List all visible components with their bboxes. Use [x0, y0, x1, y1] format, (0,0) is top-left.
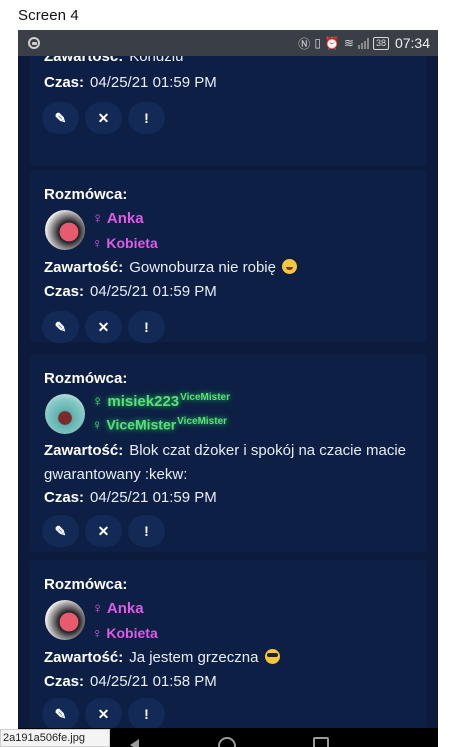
cool-emoji-icon [264, 649, 280, 664]
edit-button[interactable]: ✎ [42, 515, 79, 547]
report-button[interactable]: ! [128, 698, 165, 728]
avatar[interactable] [45, 600, 85, 640]
time-label: Czas: [44, 489, 85, 506]
message-card: Rozmówca: ♀ misiek223ViceMister ♀ ViceMi… [30, 354, 426, 552]
user-name[interactable]: ♀ Anka [92, 600, 144, 617]
user-name[interactable]: ♀ Anka [92, 210, 144, 227]
user-role: ♀ Kobieta [92, 625, 158, 641]
interlocutor-label: Rozmówca: [44, 370, 128, 387]
message-content: Kondziu [129, 56, 184, 65]
filename-tab: 2a191a506fe.jpg [0, 729, 110, 747]
message-card: Rozmówca: ♀ Anka ♀ Kobieta Zawartość: Ja … [30, 560, 426, 728]
message-time: 04/25/21 01:59 PM [90, 74, 217, 91]
user-role: ♀ ViceMisterViceMister [92, 416, 228, 433]
message-card: Rozmówca: ♀ Anka ♀ Kobieta Zawartość: Gow… [30, 170, 426, 343]
close-icon: ✕ [97, 318, 110, 335]
messenger-icon [28, 37, 40, 49]
alarm-icon: ⏰ [324, 36, 340, 50]
exclamation-icon: ! [144, 110, 149, 126]
interlocutor-label: Rozmówca: [44, 576, 128, 593]
battery-icon: 38 [372, 36, 389, 50]
pencil-icon: ✎ [54, 705, 67, 722]
content-label: Zawartość: [44, 649, 124, 666]
close-icon: ✕ [97, 522, 110, 539]
user-role: ♀ Kobieta [92, 235, 158, 251]
delete-button[interactable]: ✕ [85, 698, 122, 728]
home-icon[interactable] [218, 737, 236, 747]
message-card: Zawartość: Kondziu Czas: 04/25/21 01:59 PM… [30, 56, 426, 166]
recent-apps-icon[interactable] [313, 737, 329, 747]
clock: 07:34 [394, 35, 430, 51]
message-content: Gownoburza nie robię [129, 259, 276, 276]
report-button[interactable]: ! [128, 102, 165, 134]
exclamation-icon: ! [144, 319, 149, 335]
delete-button[interactable]: ✕ [85, 515, 122, 547]
message-time: 04/25/21 01:59 PM [90, 283, 217, 300]
content-label: Zawartość: [44, 56, 124, 65]
close-icon: ✕ [97, 705, 110, 722]
avatar[interactable] [45, 394, 85, 434]
edit-button[interactable]: ✎ [42, 698, 79, 728]
user-name[interactable]: ♀ misiek223ViceMister [92, 392, 230, 410]
content-label: Zawartość: [44, 259, 124, 276]
time-label: Czas: [44, 283, 85, 300]
interlocutor-label: Rozmówca: [44, 186, 128, 203]
delete-button[interactable]: ✕ [85, 311, 122, 343]
role-badge: ViceMister [177, 416, 228, 427]
signal-icon [357, 37, 369, 49]
laughing-emoji-icon [282, 259, 298, 274]
exclamation-icon: ! [144, 706, 149, 722]
wifi-icon: ≋ [343, 36, 354, 50]
report-button[interactable]: ! [128, 515, 165, 547]
report-button[interactable]: ! [128, 311, 165, 343]
nfc-icon: Ⓝ [298, 36, 311, 51]
phone-frame: Ⓝ ▯ ⏰ ≋ 38 07:34 Zawartość: Kondziu Czas:… [18, 30, 438, 747]
time-label: Czas: [44, 673, 85, 690]
content-label: Zawartość: [44, 442, 124, 459]
time-label: Czas: [44, 74, 85, 91]
back-icon[interactable] [130, 739, 139, 747]
vibrate-icon: ▯ [314, 36, 321, 50]
message-list[interactable]: Zawartość: Kondziu Czas: 04/25/21 01:59 PM… [18, 56, 438, 728]
message-time: 04/25/21 01:58 PM [90, 673, 217, 690]
exclamation-icon: ! [144, 523, 149, 539]
message-time: 04/25/21 01:59 PM [90, 489, 217, 506]
status-bar: Ⓝ ▯ ⏰ ≋ 38 07:34 [18, 30, 438, 56]
pencil-icon: ✎ [54, 522, 67, 539]
edit-button[interactable]: ✎ [42, 311, 79, 343]
message-content: Ja jestem grzeczna [129, 649, 259, 666]
delete-button[interactable]: ✕ [85, 102, 122, 134]
edit-button[interactable]: ✎ [42, 102, 79, 134]
close-icon: ✕ [97, 109, 110, 126]
screen-label: Screen 4 [18, 7, 79, 24]
user-badge: ViceMister [180, 392, 230, 403]
avatar[interactable] [45, 210, 85, 250]
pencil-icon: ✎ [54, 109, 67, 126]
pencil-icon: ✎ [54, 318, 67, 335]
